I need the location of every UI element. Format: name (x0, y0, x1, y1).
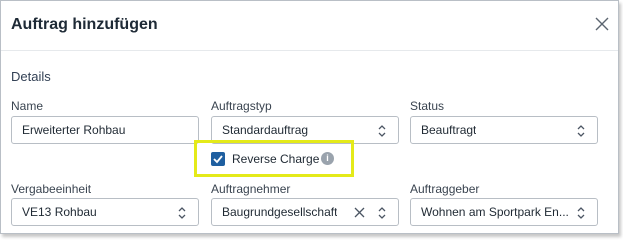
name-value: Erweiterter Rohbau (22, 123, 126, 137)
name-label: Name (11, 99, 44, 113)
reverse-charge-checkbox[interactable] (211, 152, 225, 166)
section-title: Details (11, 69, 51, 84)
status-select[interactable]: Beauftragt (410, 116, 598, 144)
auftraggeber-value: Wohnen am Sportpark En... (421, 205, 569, 219)
auftragnehmer-value: Baugrundgesellschaft (222, 205, 338, 219)
vergabeeinheit-select[interactable]: VE13 Rohbau (11, 198, 199, 226)
dialog: Auftrag hinzufügen Details Name Erweiter… (0, 0, 619, 234)
status-label: Status (410, 99, 445, 113)
auftraggeber-label: Auftraggeber (410, 182, 480, 196)
chevron-updown-icon (577, 125, 585, 137)
auftragnehmer-select[interactable]: Baugrundgesellschaft (211, 198, 399, 226)
vergabeeinheit-label: Vergabeeinheit (11, 182, 92, 196)
close-icon[interactable] (594, 16, 610, 32)
chevron-updown-icon (577, 207, 585, 219)
auftragnehmer-label: Auftragnehmer (211, 182, 291, 196)
checkmark-icon (213, 155, 223, 164)
info-icon[interactable]: i (321, 152, 334, 165)
status-value: Beauftragt (421, 123, 477, 137)
auftraggeber-select[interactable]: Wohnen am Sportpark En... (410, 198, 598, 226)
auftragstyp-value: Standardauftrag (222, 123, 309, 137)
clear-icon[interactable] (354, 207, 365, 218)
name-input[interactable]: Erweiterter Rohbau (11, 116, 199, 144)
dialog-title: Auftrag hinzufügen (11, 16, 158, 33)
dialog-header: Auftrag hinzufügen (1, 1, 618, 51)
chevron-updown-icon (378, 207, 386, 219)
auftragstyp-label: Auftragstyp (211, 99, 272, 113)
chevron-updown-icon (378, 125, 386, 137)
vergabeeinheit-value: VE13 Rohbau (22, 205, 97, 219)
reverse-charge-label[interactable]: Reverse Charge (232, 152, 319, 166)
chevron-updown-icon (178, 207, 186, 219)
